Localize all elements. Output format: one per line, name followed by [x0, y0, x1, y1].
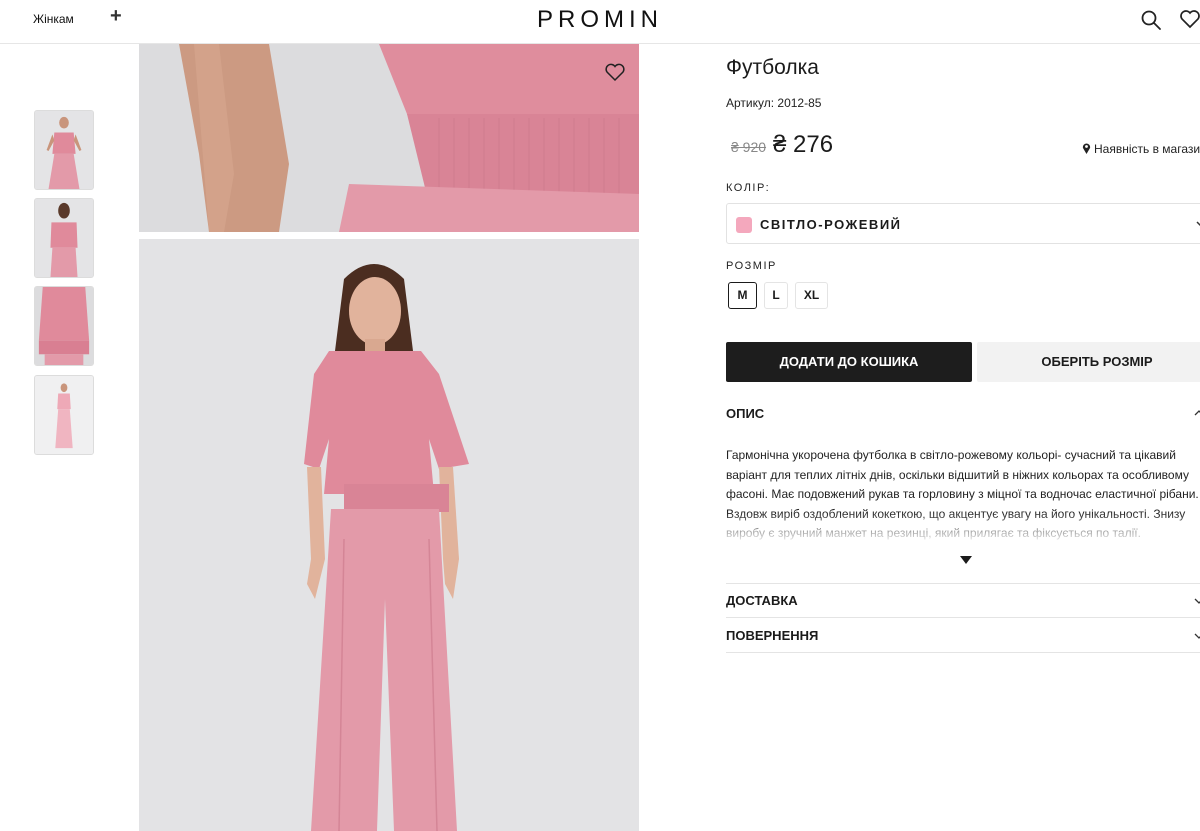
- thumbnail-detail[interactable]: [34, 286, 94, 366]
- chevron-up-icon[interactable]: [1194, 409, 1200, 419]
- price-current: ₴ 276: [773, 131, 834, 158]
- site-header: Жінкам + PROMIN: [0, 0, 1200, 44]
- expand-description-icon[interactable]: [960, 556, 972, 564]
- divider: [726, 583, 1200, 584]
- divider: [726, 652, 1200, 653]
- wishlist-heart-icon[interactable]: [1178, 7, 1200, 31]
- description-header[interactable]: ОПИС: [726, 406, 764, 421]
- price-old: ₴ 920: [731, 139, 767, 155]
- returns-header[interactable]: ПОВЕРНЕННЯ: [726, 628, 818, 643]
- store-availability-link[interactable]: Наявність в магазині: [1082, 142, 1200, 156]
- availability-label: Наявність в магазині: [1094, 142, 1200, 156]
- size-option-l[interactable]: L: [764, 282, 788, 309]
- size-label: РОЗМІР: [726, 260, 777, 272]
- add-to-cart-button[interactable]: ДОДАТИ ДО КОШИКА: [726, 342, 972, 382]
- product-image-closeup: [139, 44, 639, 232]
- choose-size-button[interactable]: ОБЕРІТЬ РОЗМІР: [977, 342, 1200, 382]
- thumbnail-back[interactable]: [34, 198, 94, 278]
- divider: [726, 617, 1200, 618]
- chevron-down-icon[interactable]: [1194, 631, 1200, 641]
- color-label: КОЛІР:: [726, 182, 771, 194]
- size-option-m[interactable]: M: [728, 282, 757, 309]
- chevron-down-icon: [1196, 221, 1200, 227]
- color-value: СВІТЛО-РОЖЕВИЙ: [760, 217, 902, 232]
- chevron-down-icon[interactable]: [1194, 596, 1200, 606]
- thumbnail-full-look[interactable]: [34, 375, 94, 455]
- thumbnail-front[interactable]: [34, 110, 94, 190]
- product-title: Футболка: [726, 56, 819, 79]
- description-fade: [726, 512, 1200, 548]
- size-option-xl[interactable]: XL: [795, 282, 828, 309]
- color-select[interactable]: СВІТЛО-РОЖЕВИЙ: [726, 203, 1200, 244]
- favorite-heart-icon[interactable]: [604, 62, 626, 82]
- search-icon[interactable]: [1139, 8, 1163, 32]
- product-image-main: [139, 239, 639, 831]
- delivery-header[interactable]: ДОСТАВКА: [726, 593, 798, 608]
- color-swatch: [736, 217, 752, 233]
- product-article: Артикул: 2012-85: [726, 96, 822, 110]
- location-pin-icon: [1082, 143, 1091, 154]
- brand-logo[interactable]: PROMIN: [0, 6, 1200, 34]
